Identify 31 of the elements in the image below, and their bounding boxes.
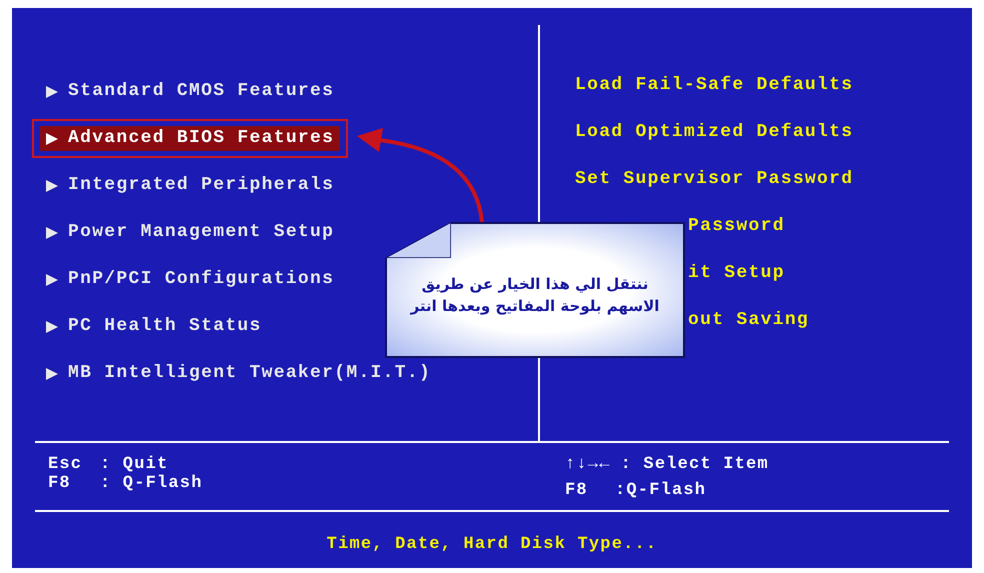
key-action: : Q-Flash <box>100 474 203 493</box>
menu-item[interactable]: Standard CMOS Features <box>40 79 340 104</box>
triangle-icon <box>46 86 58 98</box>
key-label: Esc <box>48 455 84 474</box>
menu-item[interactable]: Advanced BIOS Features <box>40 126 340 151</box>
status-line: Time, Date, Hard Disk Type... <box>326 534 658 556</box>
menu-item[interactable]: Power Management Setup <box>40 220 340 245</box>
menu-item[interactable]: it Setup <box>688 260 785 287</box>
key-action: :Q-Flash <box>615 481 706 501</box>
callout-text: ننتقل الي هذا الخيار عن طريق <box>422 274 648 295</box>
menu-item[interactable]: PnP/PCI Configurations <box>40 267 340 292</box>
key-action: : Select Item <box>620 455 769 475</box>
menu-item[interactable]: Set Supervisor Password <box>575 166 854 193</box>
triangle-icon <box>46 320 58 332</box>
menu-item[interactable]: Integrated Peripherals <box>40 173 340 198</box>
triangle-icon <box>46 226 58 238</box>
menu-item[interactable]: PC Health Status <box>40 314 268 339</box>
triangle-icon <box>46 180 58 192</box>
menu-item[interactable]: Password <box>688 213 785 240</box>
key-label: F8 <box>48 474 72 493</box>
key-label: ↑↓→← <box>565 455 611 475</box>
callout-text: الاسهم بلوحة المفاتيح وبعدها انتر <box>410 296 660 317</box>
triangle-icon <box>46 274 58 286</box>
menu-item[interactable]: out Saving <box>688 307 810 334</box>
triangle-icon <box>46 368 58 380</box>
key-action: : Quit <box>100 455 168 474</box>
menu-item[interactable]: Load Optimized Defaults <box>575 119 854 146</box>
menu-item[interactable]: MB Intelligent Tweaker(M.I.T.) <box>40 361 438 386</box>
key-label: F8 <box>565 481 589 501</box>
menu-item[interactable]: Load Fail-Safe Defaults <box>575 72 854 99</box>
triangle-icon <box>46 132 58 144</box>
